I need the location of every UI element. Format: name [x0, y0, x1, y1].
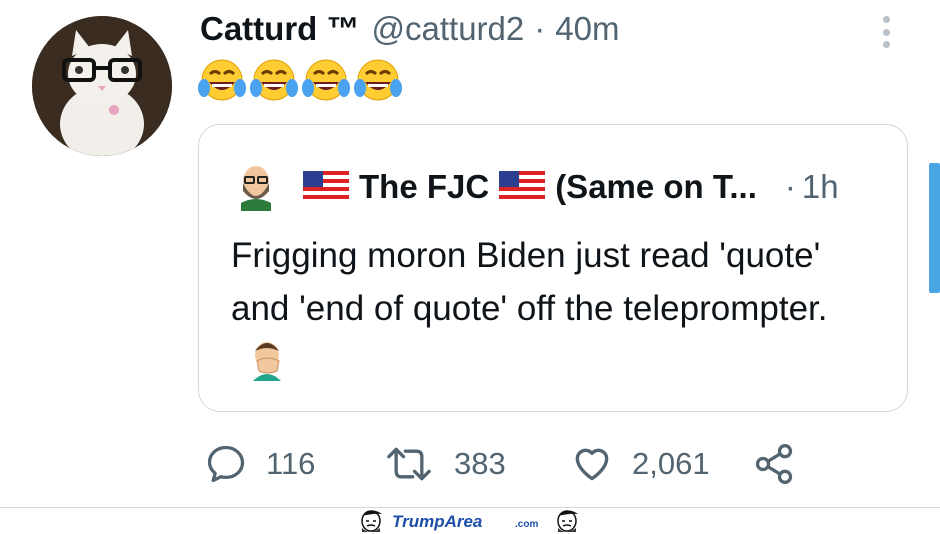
quoted-tweet-header: The FJC (Same on T... · 1h [239, 163, 839, 211]
share-button[interactable] [752, 438, 796, 490]
tweet-emoji-text [198, 58, 402, 104]
scrollbar-thumb[interactable] [929, 163, 940, 293]
cartoon-face-icon [361, 510, 382, 532]
tweet-timestamp[interactable]: 40m [555, 10, 619, 48]
author-handle[interactable]: @catturd2 [372, 10, 525, 48]
quoted-tweet-text-block: Frigging moron Biden just read 'quote' a… [231, 229, 871, 388]
face-with-tears-of-joy-icon [198, 58, 246, 104]
author-avatar[interactable] [32, 16, 172, 156]
face-with-tears-of-joy-icon [354, 58, 402, 104]
heart-icon [575, 448, 609, 481]
watermark-suffix: .com [515, 519, 538, 530]
header-separator: · [534, 10, 546, 47]
tweet-header: Catturd ™ @catturd2 · 40m [200, 10, 619, 54]
retweet-count: 383 [454, 446, 506, 481]
bearded-man-avatar-icon[interactable] [239, 163, 273, 211]
cat-avatar-icon [32, 16, 172, 156]
retweet-icon [387, 447, 431, 481]
like-count: 2,061 [632, 446, 710, 481]
reply-count: 116 [266, 446, 316, 481]
reply-icon [207, 445, 245, 483]
quoted-header-separator: · [784, 168, 796, 205]
man-facepalming-icon [245, 337, 289, 381]
reply-button[interactable]: 116 [204, 438, 315, 490]
face-with-tears-of-joy-icon [302, 58, 350, 104]
watermark-brand: TrumpArea [392, 512, 482, 531]
like-button[interactable]: 2,061 [570, 438, 710, 490]
quoted-tweet-text: Frigging moron Biden just read 'quote' a… [231, 236, 828, 328]
more-options-icon[interactable] [876, 14, 896, 50]
quoted-author-name[interactable]: The FJC [359, 168, 489, 206]
us-flag-icon [303, 171, 349, 203]
tweet-actions: 116 383 2,061 [204, 438, 824, 490]
tweet[interactable]: Catturd ™ @catturd2 · 40m The FJC (Same … [0, 0, 940, 507]
cartoon-face-icon [557, 510, 578, 532]
share-icon [755, 444, 793, 484]
face-with-tears-of-joy-icon [250, 58, 298, 104]
us-flag-icon [499, 171, 546, 203]
quoted-tweet[interactable]: The FJC (Same on T... · 1h Frigging moro… [198, 124, 908, 412]
quoted-timestamp[interactable]: 1h [802, 168, 839, 206]
retweet-button[interactable]: 383 [382, 438, 506, 490]
quoted-author-name-suffix[interactable]: (Same on T... [555, 168, 757, 206]
author-name[interactable]: Catturd ™ [200, 10, 360, 48]
trumparea-watermark: TrumpArea .com [356, 508, 586, 534]
